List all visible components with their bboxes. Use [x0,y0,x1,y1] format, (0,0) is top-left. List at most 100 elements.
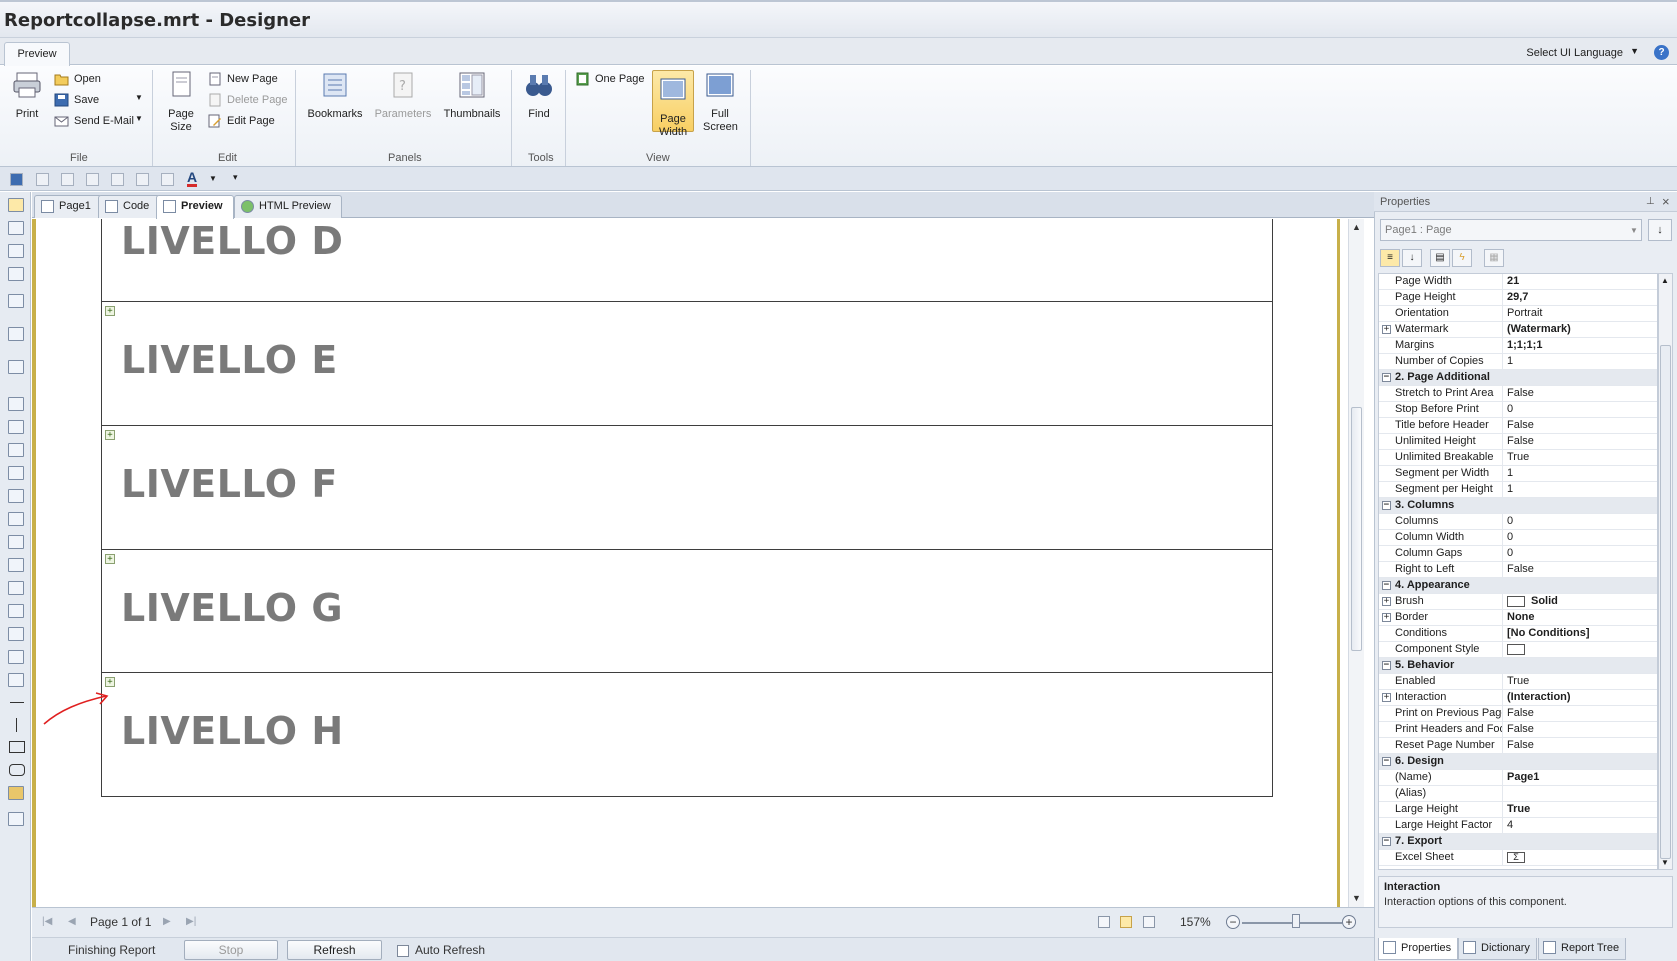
chevron-down-icon[interactable]: ▼ [209,174,217,183]
barcode2-component-icon[interactable] [8,650,24,664]
clone-component-icon[interactable] [8,512,24,526]
save-button[interactable]: Save [52,90,99,110]
table-component-icon[interactable] [8,558,24,572]
ribbon-tab-preview[interactable]: Preview [4,42,70,67]
scroll-up-icon[interactable]: ▲ [1352,222,1361,232]
collapse-icon[interactable]: − [1382,373,1391,382]
expand-icon[interactable]: + [1382,597,1391,606]
tab-report-tree[interactable]: Report Tree [1538,938,1627,960]
property-category[interactable]: −7. Export [1379,834,1657,850]
collapse-icon[interactable]: − [1382,837,1391,846]
rectangle-shape-icon[interactable] [9,741,25,753]
property-row[interactable]: Large Height True [1379,802,1657,818]
property-row[interactable]: Column Width 0 [1379,530,1657,546]
chart-component-icon[interactable] [8,786,24,800]
property-category[interactable]: −6. Design [1379,754,1657,770]
format-painter-icon[interactable] [8,267,24,281]
property-row[interactable]: Print Headers and Footers False [1379,722,1657,738]
property-value[interactable]: 0 [1507,514,1513,529]
scroll-up-icon[interactable]: ▲ [1661,276,1669,285]
property-row[interactable]: Excel Sheet Σ [1379,850,1657,866]
save-dropdown-icon[interactable]: ▼ [135,93,143,102]
property-value[interactable]: 21 [1507,274,1519,289]
property-pages-icon[interactable]: ▦ [1484,249,1504,267]
expand-icon[interactable]: + [1382,613,1391,622]
property-category[interactable]: −2. Page Additional [1379,370,1657,386]
property-value[interactable]: False [1507,418,1534,433]
image-component-icon[interactable] [8,443,24,457]
property-row[interactable]: Right to Left False [1379,562,1657,578]
component-tool-icon[interactable] [8,360,24,374]
property-row[interactable]: Page Height 29,7 [1379,290,1657,306]
tab-preview[interactable]: Preview [156,195,234,219]
property-row[interactable]: Stop Before Print 0 [1379,402,1657,418]
scroll-down-icon[interactable]: ▼ [1352,893,1361,903]
collapse-icon[interactable]: − [1382,661,1391,670]
property-value[interactable]: 4 [1507,818,1513,833]
customize-toolbar-icon[interactable]: ▾ [233,172,238,183]
auto-refresh-checkbox[interactable] [397,945,409,957]
refresh-button[interactable]: Refresh [287,940,382,960]
property-value[interactable]: 29,7 [1507,290,1528,305]
property-value[interactable]: [No Conditions] [1507,626,1589,641]
page-width-button[interactable]: Page Width [652,70,694,138]
zip-code-component-icon[interactable] [8,604,24,618]
property-value[interactable]: True [1507,674,1529,689]
property-category[interactable]: −5. Behavior [1379,658,1657,674]
property-row[interactable]: Column Gaps 0 [1379,546,1657,562]
expand-icon[interactable]: + [105,306,115,316]
property-row[interactable]: + Watermark (Watermark) [1379,322,1657,338]
expand-icon[interactable]: + [105,677,115,687]
page-width-view-icon[interactable] [1120,916,1132,928]
next-page-icon[interactable]: ▶ [163,916,171,927]
parameters-button[interactable]: ? Parameters [374,70,432,121]
copy-icon[interactable] [86,173,99,186]
property-value[interactable]: (Interaction) [1507,690,1571,705]
property-row[interactable]: Unlimited Height False [1379,434,1657,450]
categorized-view-icon[interactable]: ≡ [1380,249,1400,267]
zoom-slider-thumb[interactable] [1292,914,1300,928]
pin-icon[interactable]: ⊥ [1646,196,1655,207]
property-row[interactable]: Large Height Factor 4 [1379,818,1657,834]
stop-button[interactable]: Stop [184,940,278,960]
property-value[interactable]: 0 [1507,546,1513,561]
property-value[interactable]: False [1507,722,1534,737]
events-icon[interactable]: ϟ [1452,249,1472,267]
delete-icon[interactable] [161,173,174,186]
thumbnails-button[interactable]: Thumbnails [442,70,502,121]
property-row[interactable]: Number of Copies 1 [1379,354,1657,370]
subreport-component-icon[interactable] [8,535,24,549]
checkbox-component-icon[interactable] [8,581,24,595]
property-category[interactable]: −4. Appearance [1379,578,1657,594]
vertical-line-icon[interactable] [16,718,17,732]
property-row[interactable]: + Interaction (Interaction) [1379,690,1657,706]
property-value[interactable]: False [1507,562,1534,577]
property-value[interactable] [1507,642,1531,657]
font-color-icon[interactable]: A [187,170,198,187]
collapse-icon[interactable]: − [1382,757,1391,766]
property-value[interactable]: False [1507,738,1534,753]
chevron-down-icon[interactable]: ▼ [1630,46,1639,56]
property-value[interactable]: 1 [1507,354,1513,369]
properties-view-icon[interactable]: ▤ [1430,249,1450,267]
property-row[interactable]: Enabled True [1379,674,1657,690]
object-selector[interactable]: Page1 : Page [1380,219,1642,241]
rounded-rectangle-icon[interactable] [9,764,25,776]
property-value[interactable]: 1 [1507,482,1513,497]
band-tool-icon[interactable] [8,294,24,308]
cross-band-tool-icon[interactable] [8,327,24,341]
text-component-icon[interactable] [8,397,24,411]
bookmarks-button[interactable]: Bookmarks [306,70,364,121]
panel-component-icon[interactable] [8,489,24,503]
property-value[interactable]: True [1507,450,1529,465]
property-row[interactable]: Page Width 21 [1379,274,1657,290]
new-page-button[interactable]: New Page [205,69,278,89]
previous-page-icon[interactable]: ◀ [68,916,76,927]
collapse-icon[interactable]: − [1382,581,1391,590]
expand-icon[interactable]: + [105,430,115,440]
hand-tool-icon[interactable] [8,221,24,235]
zoom-in-icon[interactable]: + [1342,915,1356,929]
property-value[interactable]: True [1507,802,1530,817]
barcode-component-icon[interactable] [8,466,24,480]
delete-page-button[interactable]: Delete Page [205,90,288,110]
